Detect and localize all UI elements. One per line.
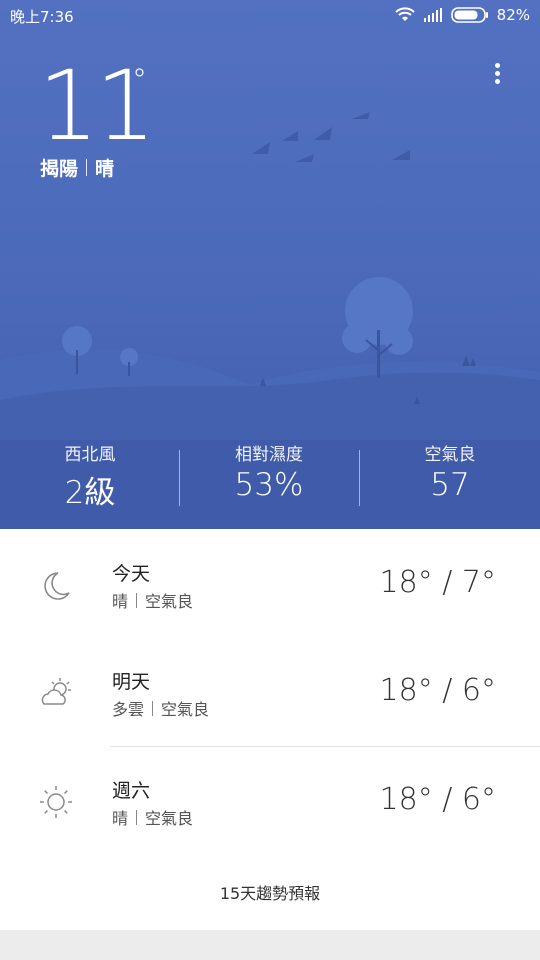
forecast-details: 晴 空氣良 [112,805,193,829]
forecast-condition: 晴 [112,809,129,828]
forecast-day: 明天 [112,671,151,693]
bottom-bar [0,930,540,960]
humidity-stat[interactable]: 相對濕度 53% [200,440,338,503]
forecast-details: 多雲 空氣良 [112,696,209,720]
weather-stats: 西北風 2級 相對濕度 53% 空氣良 57 [0,440,540,520]
degree-symbol: ° [132,63,147,98]
status-icons: 82% [394,6,530,24]
forecast-temps: 18° / 6° [379,673,496,708]
air-quality-value: 57 [430,467,470,503]
wifi-icon [394,7,415,21]
15-day-trend-button[interactable]: 15天趨勢預報 [0,880,540,904]
air-quality-stat[interactable]: 空氣良 57 [390,440,510,503]
forecast-day: 今天 [112,563,151,585]
status-bar: 晚上7:36 82% [0,0,540,32]
divider [136,809,138,825]
more-options-button[interactable] [487,60,507,88]
forecast-temps: 18° / 6° [379,782,496,817]
forecast-air: 空氣良 [145,809,194,828]
signal-icon [423,8,442,22]
forecast-details: 晴 空氣良 [112,588,193,612]
moon-icon [44,572,70,600]
forecast-temps: 18° / 7° [379,565,496,600]
divider [152,700,154,716]
dot-icon [494,71,500,76]
forecast-row-saturday[interactable]: 週六 晴 空氣良 18° / 6° [0,746,540,854]
dot-icon [494,79,500,84]
divider [136,592,138,608]
wind-stat[interactable]: 西北風 2級 [30,440,150,512]
stat-divider [179,450,180,506]
wind-label: 西北風 [64,445,116,465]
forecast-condition: 晴 [112,592,129,611]
forecast-air: 空氣良 [161,700,210,719]
humidity-value: 53% [234,467,304,503]
forecast-condition: 多雲 [112,700,145,719]
air-quality-label: 空氣良 [424,445,476,465]
wind-value: 2級 [64,475,116,511]
forecast-row-tomorrow[interactable]: 明天 多雲 空氣良 18° / 6° [0,637,540,745]
divider [86,159,88,176]
status-time: 晚上7:36 [10,8,74,26]
dot-icon [494,63,500,68]
sun-icon [40,786,72,818]
battery-icon [450,7,488,23]
forecast-air: 空氣良 [145,592,194,611]
location-condition[interactable]: 揭陽 晴 [40,154,114,181]
stat-divider [359,450,360,506]
forecast-day: 週六 [112,780,151,802]
weather-hero: 晚上7:36 82% 11 ° 揭陽 晴 西北風 2級 相對濕度 53% 空氣良… [0,0,540,529]
battery-percent: 82% [496,6,530,24]
humidity-label: 相對濕度 [235,445,303,465]
current-condition: 晴 [95,158,115,180]
partly-cloudy-icon [41,678,71,705]
forecast-row-today[interactable]: 今天 晴 空氣良 18° / 7° [0,529,540,637]
city-name: 揭陽 [40,158,79,180]
